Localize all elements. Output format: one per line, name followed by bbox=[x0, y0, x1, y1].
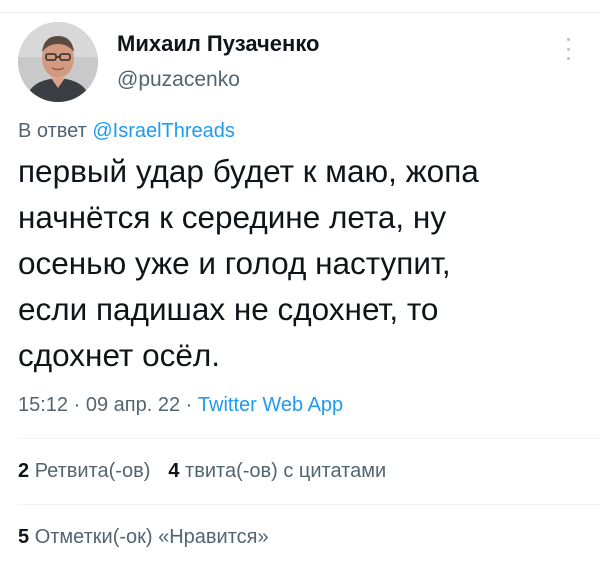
retweet-stats-row: 2 Ретвита(-ов) 4 твита(-ов) с цитатами bbox=[18, 460, 386, 483]
tweet-line: осенью уже и голод наступит, bbox=[18, 245, 451, 281]
stats-divider-top bbox=[18, 438, 600, 439]
more-vertical-icon[interactable] bbox=[560, 36, 576, 62]
quotes-stat[interactable]: 4 твита(-ов) с цитатами bbox=[168, 460, 386, 482]
reply-context: В ответ @IsraelThreads bbox=[18, 120, 235, 143]
tweet-line: если падишах не сдохнет, то bbox=[18, 291, 439, 327]
retweets-count: 2 bbox=[18, 460, 30, 482]
tweet-text: первый удар будет к маю, жопа начнётся к… bbox=[18, 148, 588, 378]
author-handle[interactable]: @puzacenko bbox=[117, 68, 240, 92]
likes-stats-row: 5 Отметки(-ок) «Нравится» bbox=[18, 526, 269, 549]
tweet-line: начнётся к середине лета, ну bbox=[18, 199, 447, 235]
retweets-stat[interactable]: 2 Ретвита(-ов) bbox=[18, 460, 150, 482]
quotes-label: твита(-ов) с цитатами bbox=[185, 460, 387, 482]
meta-separator: · bbox=[73, 394, 81, 416]
likes-count: 5 bbox=[18, 526, 30, 548]
user-avatar-icon bbox=[18, 22, 98, 102]
tweet-line: сдохнет осёл. bbox=[18, 337, 221, 373]
top-divider bbox=[0, 12, 600, 13]
meta-separator: · bbox=[185, 394, 193, 416]
tweet-source-link[interactable]: Twitter Web App bbox=[198, 394, 343, 416]
retweets-label: Ретвита(-ов) bbox=[34, 460, 151, 482]
reply-prefix: В ответ bbox=[18, 120, 87, 142]
quotes-count: 4 bbox=[168, 460, 180, 482]
tweet-line: первый удар будет к маю, жопа bbox=[18, 153, 479, 189]
tweet-date[interactable]: 09 апр. 22 bbox=[86, 394, 180, 416]
author-display-name[interactable]: Михаил Пузаченко bbox=[117, 31, 319, 57]
likes-label: Отметки(-ок) «Нравится» bbox=[34, 526, 269, 548]
reply-mention-link[interactable]: @IsraelThreads bbox=[92, 120, 235, 142]
avatar[interactable] bbox=[18, 22, 98, 102]
tweet-meta: 15:12 · 09 апр. 22 · Twitter Web App bbox=[18, 394, 343, 417]
stats-divider-middle bbox=[18, 504, 600, 505]
tweet-time[interactable]: 15:12 bbox=[18, 394, 68, 416]
likes-stat[interactable]: 5 Отметки(-ок) «Нравится» bbox=[18, 526, 269, 548]
